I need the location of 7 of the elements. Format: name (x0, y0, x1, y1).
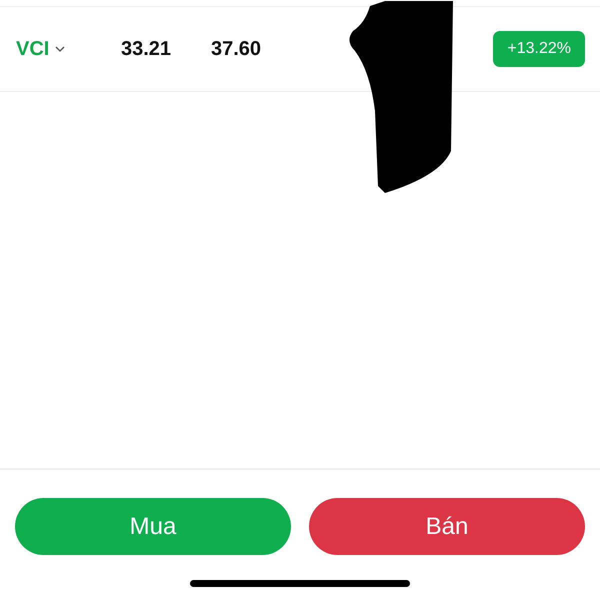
price-value: 33.21 (121, 38, 172, 60)
price-value: 37.60 (211, 38, 262, 60)
trade-button[interactable]: Mua (15, 498, 291, 555)
caret-icon (55, 46, 66, 52)
trade-button[interactable]: Bán (309, 498, 585, 555)
change-badge: +13.22% (493, 31, 585, 67)
symbol-dropdown[interactable]: VCI (16, 38, 121, 60)
